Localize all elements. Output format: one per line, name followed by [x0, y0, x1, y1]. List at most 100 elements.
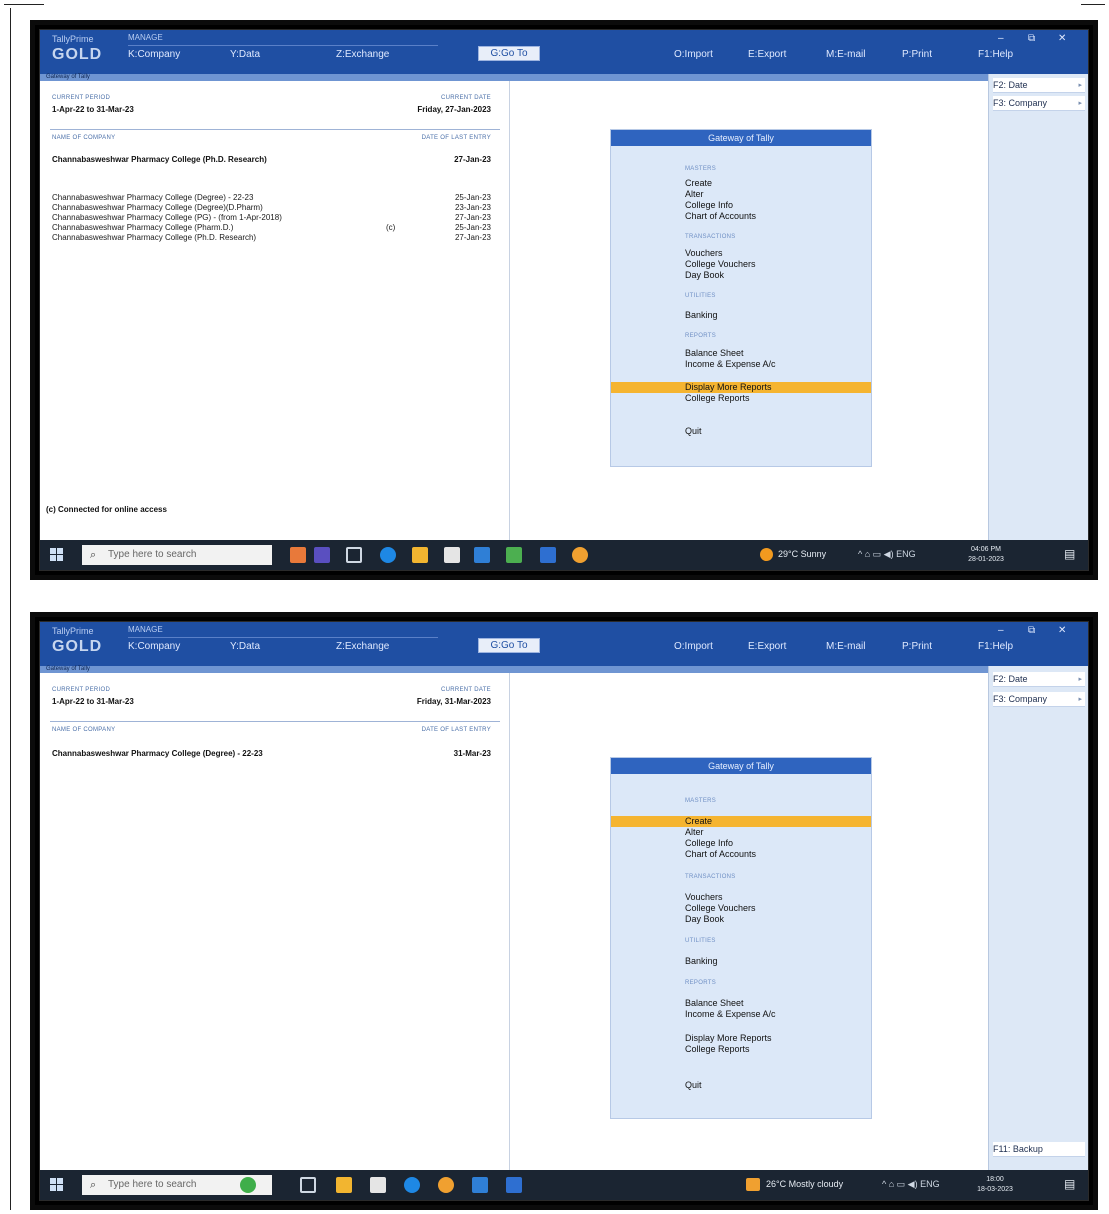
- notification-icon[interactable]: ▤: [1064, 547, 1080, 563]
- menu-email[interactable]: M:E-mail: [826, 49, 865, 60]
- notification-icon[interactable]: ▤: [1064, 1177, 1080, 1193]
- menu-vouchers[interactable]: Vouchers: [611, 248, 871, 259]
- menu-balance-sheet[interactable]: Balance Sheet: [611, 998, 871, 1009]
- menu-print[interactable]: P:Print: [902, 641, 932, 652]
- chrome-icon[interactable]: [572, 547, 588, 563]
- company-list-item[interactable]: Channabasweshwar Pharmacy College (Pharm…: [52, 223, 233, 232]
- current-period[interactable]: 1-Apr-22 to 31-Mar-23: [52, 697, 134, 706]
- menu-balance-sheet[interactable]: Balance Sheet: [611, 348, 871, 359]
- tally-icon[interactable]: [540, 547, 556, 563]
- clock[interactable]: 04:06 PM 28-01-2023: [956, 545, 1016, 565]
- system-tray[interactable]: ^ ⌂ ▭ ◀) ENG: [882, 1179, 940, 1190]
- menu-company[interactable]: K:Company: [128, 641, 180, 652]
- edge-icon[interactable]: [380, 547, 396, 563]
- chrome-icon[interactable]: [438, 1177, 454, 1193]
- store-icon[interactable]: [444, 547, 460, 563]
- windows-start-icon[interactable]: [50, 1178, 64, 1192]
- f3-company-button[interactable]: F3: Company ▸: [993, 96, 1085, 111]
- app-icon[interactable]: [506, 547, 522, 563]
- menu-vouchers[interactable]: Vouchers: [611, 892, 871, 903]
- clock[interactable]: 18:00 18-03-2023: [970, 1175, 1020, 1195]
- menu-quit[interactable]: Quit: [611, 1080, 871, 1091]
- mail-icon[interactable]: [472, 1177, 488, 1193]
- menu-chart-of-accounts[interactable]: Chart of Accounts: [611, 211, 871, 222]
- tally-window: TallyPrime GOLD MANAGE K:Company Y:Data …: [39, 621, 1089, 1201]
- menu-college-vouchers[interactable]: College Vouchers: [611, 259, 871, 270]
- menu-college-vouchers[interactable]: College Vouchers: [611, 903, 871, 914]
- search-placeholder: Type here to search: [108, 549, 197, 560]
- menu-help[interactable]: F1:Help: [978, 641, 1013, 652]
- search-icon: ⌕: [90, 549, 97, 561]
- menu-income-expense[interactable]: Income & Expense A/c: [611, 1009, 871, 1020]
- goto-button[interactable]: G:Go To: [478, 638, 540, 653]
- menu-email[interactable]: M:E-mail: [826, 641, 865, 652]
- menu-print[interactable]: P:Print: [902, 49, 932, 60]
- restore-icon[interactable]: ⧉: [1028, 625, 1035, 636]
- divider: [50, 721, 500, 722]
- store-icon[interactable]: [370, 1177, 386, 1193]
- windows-start-icon[interactable]: [50, 548, 64, 562]
- menu-export[interactable]: E:Export: [748, 641, 786, 652]
- menu-banking[interactable]: Banking: [611, 310, 871, 321]
- menu-import[interactable]: O:Import: [674, 641, 713, 652]
- f2-date-button[interactable]: F2: Date ▸: [993, 78, 1085, 93]
- file-explorer-icon[interactable]: [336, 1177, 352, 1193]
- menu-income-expense[interactable]: Income & Expense A/c: [611, 359, 871, 370]
- menu-day-book[interactable]: Day Book: [611, 914, 871, 925]
- menu-data[interactable]: Y:Data: [230, 641, 260, 652]
- menu-quit[interactable]: Quit: [611, 426, 871, 437]
- taskbar-search[interactable]: ⌕ Type here to search: [82, 545, 272, 565]
- menu-exchange[interactable]: Z:Exchange: [336, 641, 389, 652]
- goto-button[interactable]: G:Go To: [478, 46, 540, 61]
- screenshot-1: TallyPrime GOLD MANAGE K:Company Y:Data …: [30, 20, 1098, 580]
- menu-banking[interactable]: Banking: [611, 956, 871, 967]
- menu-college-info[interactable]: College Info: [611, 838, 871, 849]
- f11-backup-button[interactable]: F11: Backup: [993, 1142, 1085, 1157]
- app-icon[interactable]: [240, 1177, 256, 1193]
- mail-icon[interactable]: [474, 547, 490, 563]
- task-view-icon[interactable]: [300, 1177, 316, 1193]
- menu-alter[interactable]: Alter: [611, 827, 871, 838]
- menu-display-more-reports[interactable]: Display More Reports: [611, 1033, 871, 1044]
- menu-college-reports[interactable]: College Reports: [611, 393, 871, 404]
- company-list-item[interactable]: Channabasweshwar Pharmacy College (PG) -…: [52, 213, 282, 222]
- selected-company[interactable]: Channabasweshwar Pharmacy College (Degre…: [52, 749, 263, 758]
- menu-create[interactable]: Create: [611, 178, 871, 189]
- current-date[interactable]: Friday, 31-Mar-2023: [417, 697, 491, 706]
- tally-icon[interactable]: [506, 1177, 522, 1193]
- company-list-item[interactable]: Channabasweshwar Pharmacy College (Degre…: [52, 203, 263, 212]
- minimize-icon[interactable]: –: [998, 625, 1004, 636]
- file-explorer-icon[interactable]: [412, 547, 428, 563]
- current-date[interactable]: Friday, 27-Jan-2023: [417, 105, 491, 114]
- menu-company[interactable]: K:Company: [128, 49, 180, 60]
- minimize-icon[interactable]: –: [998, 33, 1004, 44]
- weather-text[interactable]: 29°C Sunny: [778, 549, 826, 559]
- menu-chart-of-accounts[interactable]: Chart of Accounts: [611, 849, 871, 860]
- menu-exchange[interactable]: Z:Exchange: [336, 49, 389, 60]
- system-tray[interactable]: ^ ⌂ ▭ ◀) ENG: [858, 549, 916, 560]
- menu-help[interactable]: F1:Help: [978, 49, 1013, 60]
- menu-display-more-reports[interactable]: Display More Reports: [611, 382, 871, 393]
- menu-import[interactable]: O:Import: [674, 49, 713, 60]
- f2-date-button[interactable]: F2: Date ▸: [993, 672, 1085, 687]
- menu-day-book[interactable]: Day Book: [611, 270, 871, 281]
- menu-data[interactable]: Y:Data: [230, 49, 260, 60]
- close-icon[interactable]: ✕: [1058, 33, 1066, 44]
- menu-college-info[interactable]: College Info: [611, 200, 871, 211]
- task-view-icon[interactable]: [346, 547, 362, 563]
- menu-export[interactable]: E:Export: [748, 49, 786, 60]
- menu-create[interactable]: Create: [611, 816, 871, 827]
- f3-company-button[interactable]: F3: Company ▸: [993, 692, 1085, 707]
- company-list-item[interactable]: Channabasweshwar Pharmacy College (Degre…: [52, 193, 253, 202]
- company-list-item[interactable]: Channabasweshwar Pharmacy College (Ph.D.…: [52, 233, 256, 242]
- restore-icon[interactable]: ⧉: [1028, 33, 1035, 44]
- selected-company[interactable]: Channabasweshwar Pharmacy College (Ph.D.…: [52, 155, 267, 164]
- app-icon[interactable]: [314, 547, 330, 563]
- current-period[interactable]: 1-Apr-22 to 31-Mar-23: [52, 105, 134, 114]
- close-icon[interactable]: ✕: [1058, 625, 1066, 636]
- edge-icon[interactable]: [404, 1177, 420, 1193]
- app-icon[interactable]: [290, 547, 306, 563]
- menu-college-reports[interactable]: College Reports: [611, 1044, 871, 1055]
- weather-text[interactable]: 26°C Mostly cloudy: [766, 1179, 843, 1189]
- menu-alter[interactable]: Alter: [611, 189, 871, 200]
